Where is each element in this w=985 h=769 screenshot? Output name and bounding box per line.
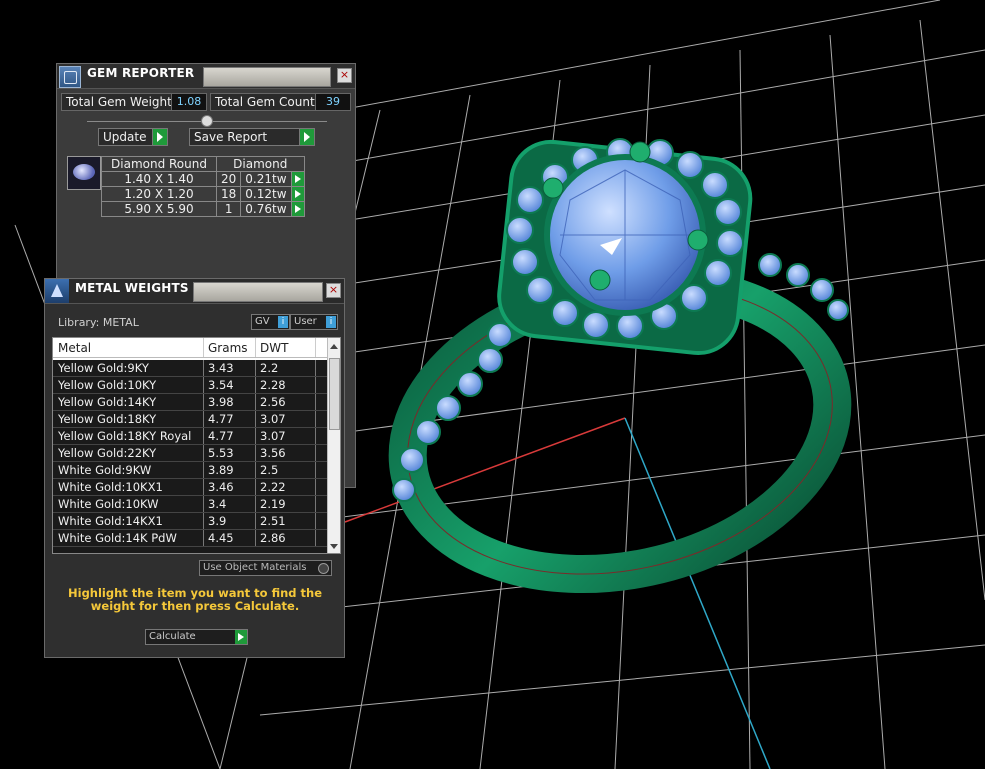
gem-size: 5.90 X 5.90 <box>101 201 217 217</box>
metal-row[interactable]: Yellow Gold:18KY Royal 4.77 3.07 <box>53 428 328 445</box>
select-row-button[interactable] <box>290 171 305 187</box>
titlebar-grip[interactable] <box>193 282 323 302</box>
metal-list-header: Metal Grams DWT <box>53 338 328 358</box>
library-label: Library: METAL <box>58 316 139 329</box>
gem-count: 1 <box>215 201 242 217</box>
metal-list[interactable]: Metal Grams DWT Yellow Gold:9KY 3.43 2.2 Y… <box>52 337 341 554</box>
diamond-thumbnail-icon <box>67 156 101 190</box>
gem-size: 1.20 X 1.20 <box>101 186 217 202</box>
metal-weights-titlebar[interactable]: METAL WEIGHTS × <box>45 279 344 304</box>
metal-row[interactable]: White Gold:14K PdW 4.45 2.86 <box>53 530 328 547</box>
column-dwt[interactable]: DWT <box>260 341 288 355</box>
scroll-up-icon[interactable] <box>330 344 338 349</box>
column-metal[interactable]: Metal <box>58 341 91 355</box>
metal-weights-title: METAL WEIGHTS <box>75 281 189 295</box>
total-gem-count-label: Total Gem Count <box>210 93 320 111</box>
total-gem-weight-value: 1.08 <box>171 93 207 111</box>
gem-size: 1.40 X 1.40 <box>101 171 217 187</box>
close-icon[interactable]: × <box>326 283 341 298</box>
update-button[interactable]: Update <box>98 128 168 146</box>
calculate-button-label: Calculate <box>149 631 196 642</box>
metal-row[interactable]: White Gold:10KX1 3.46 2.22 <box>53 479 328 496</box>
metal-row[interactable]: Yellow Gold:10KY 3.54 2.28 <box>53 377 328 394</box>
gem-table: Diamond Round Diamond 1.40 X 1.40 20 0.2… <box>101 156 305 217</box>
gv-label: GV <box>255 316 270 327</box>
use-object-materials-toggle[interactable]: Use Object Materials <box>199 560 332 576</box>
total-gem-weight-label: Total Gem Weight <box>61 93 177 111</box>
scroll-thumb[interactable] <box>329 358 340 430</box>
info-icon: i <box>326 316 336 328</box>
metal-row-partial[interactable] <box>53 547 328 553</box>
save-report-button[interactable]: Save Report <box>189 128 315 146</box>
use-object-materials-label: Use Object Materials <box>203 562 307 573</box>
select-row-button[interactable] <box>290 201 305 217</box>
close-icon[interactable]: × <box>337 68 352 83</box>
gem-weight: 0.21tw <box>240 171 292 187</box>
gem-table-row[interactable]: 5.90 X 5.90 1 0.76tw <box>101 201 305 217</box>
gem-count: 18 <box>215 186 242 202</box>
radio-icon <box>318 563 329 574</box>
total-gem-count-value: 39 <box>315 93 351 111</box>
gem-reporter-title: GEM REPORTER <box>87 66 195 80</box>
metal-weights-panel: METAL WEIGHTS × Library: METAL GV i User… <box>44 278 345 658</box>
flask-icon <box>45 279 69 303</box>
metal-row[interactable]: Yellow Gold:22KY 5.53 3.56 <box>53 445 328 462</box>
gem-table-row[interactable]: 1.40 X 1.40 20 0.21tw <box>101 171 305 187</box>
metal-row[interactable]: Yellow Gold:14KY 3.98 2.56 <box>53 394 328 411</box>
play-icon <box>299 129 314 145</box>
gem-table-row[interactable]: 1.20 X 1.20 18 0.12tw <box>101 186 305 202</box>
gem-weight: 0.12tw <box>240 186 292 202</box>
play-icon <box>235 630 247 644</box>
gem-reporter-icon <box>59 66 81 88</box>
metal-row[interactable]: Yellow Gold:9KY 3.43 2.2 <box>53 360 328 377</box>
gv-toggle[interactable]: GV i <box>251 314 290 330</box>
gem-count: 20 <box>215 171 242 187</box>
calculate-button[interactable]: Calculate <box>145 629 248 645</box>
select-row-button[interactable] <box>290 186 305 202</box>
gem-weight: 0.76tw <box>240 201 292 217</box>
metal-row[interactable]: White Gold:14KX1 3.9 2.51 <box>53 513 328 530</box>
instruction-text: Highlight the item you want to find the … <box>68 586 322 613</box>
titlebar-grip[interactable] <box>203 67 331 87</box>
gem-table-header-shape: Diamond Round <box>101 156 217 172</box>
gem-table-header-type: Diamond <box>216 156 305 172</box>
scroll-down-icon[interactable] <box>330 544 338 549</box>
metal-row[interactable]: Yellow Gold:18KY 4.77 3.07 <box>53 411 328 428</box>
info-icon: i <box>278 316 288 328</box>
save-report-button-label: Save Report <box>194 130 268 144</box>
gem-reporter-titlebar[interactable]: GEM REPORTER × <box>57 64 355 89</box>
metal-row[interactable]: White Gold:9KW 3.89 2.5 <box>53 462 328 479</box>
play-icon <box>152 129 167 145</box>
column-grams[interactable]: Grams <box>208 341 248 355</box>
metal-row[interactable]: White Gold:10KW 3.4 2.19 <box>53 496 328 513</box>
user-label: User <box>294 316 317 327</box>
panel-slider-knob[interactable] <box>201 115 213 127</box>
update-button-label: Update <box>103 130 147 144</box>
metal-list-scrollbar[interactable] <box>327 338 340 553</box>
user-toggle[interactable]: User i <box>290 314 338 330</box>
